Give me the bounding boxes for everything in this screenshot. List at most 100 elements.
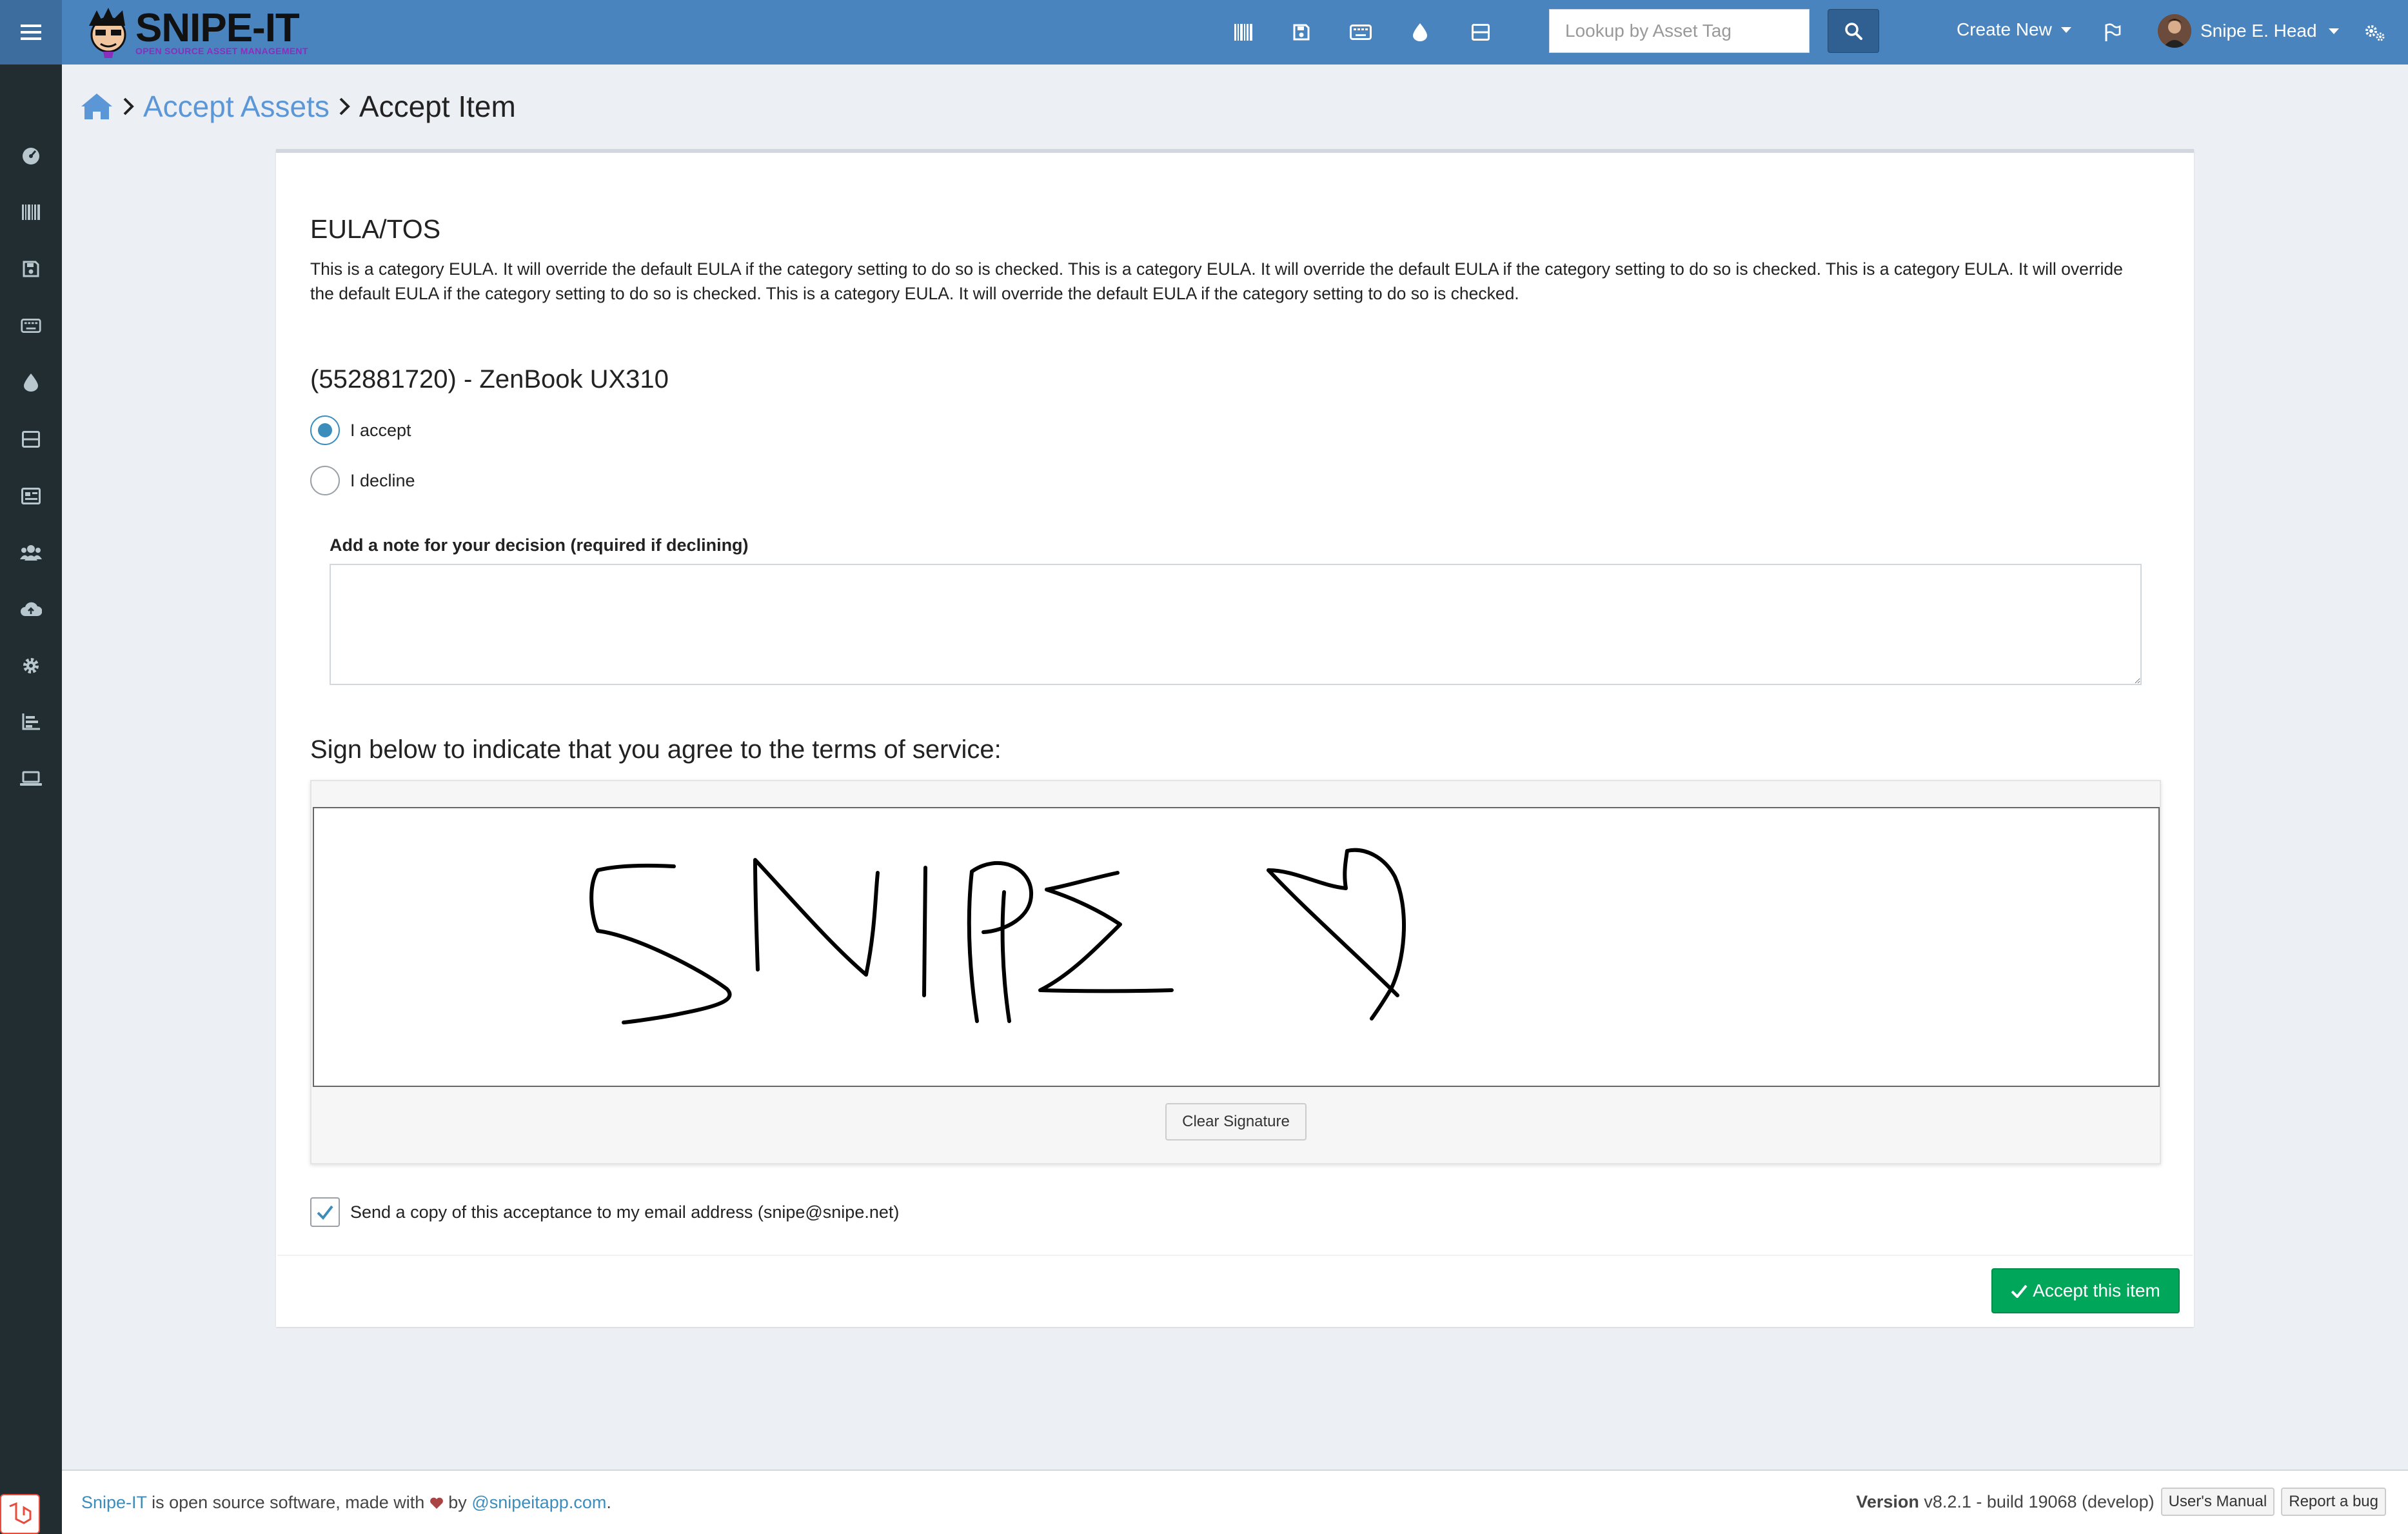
server-icon <box>1472 24 1490 41</box>
caret-down-icon <box>2328 28 2339 34</box>
create-new-dropdown[interactable]: Create New <box>1957 19 2071 40</box>
sidebar-item-requestable[interactable] <box>18 766 44 792</box>
footer-text: . <box>606 1493 611 1512</box>
sidebar-item-reports[interactable] <box>18 709 44 735</box>
logo-tagline: OPEN SOURCE ASSET MANAGEMENT <box>135 46 308 56</box>
tint-icon <box>24 374 38 392</box>
accept-radio-label: I accept <box>350 420 411 440</box>
search-button[interactable] <box>1828 9 1879 53</box>
checkmark-icon <box>317 1205 333 1220</box>
chevron-right-icon <box>123 97 134 115</box>
logo-mascot-icon <box>89 8 126 58</box>
page-title: Accept Item <box>359 90 516 123</box>
asset-tag-search-input[interactable] <box>1549 9 1810 53</box>
search-icon <box>1845 23 1862 40</box>
nav-assets-button[interactable] <box>1229 18 1258 46</box>
user-name: Snipe E. Head <box>2200 21 2317 41</box>
tint-icon <box>1413 23 1427 41</box>
laravel-icon <box>9 1502 32 1524</box>
logo-text: SNIPE-IT <box>135 6 300 50</box>
email-copy-option[interactable]: Send a copy of this acceptance to my ema… <box>310 1197 899 1227</box>
nav-consumables-button[interactable] <box>1406 18 1434 46</box>
decline-radio[interactable] <box>310 466 340 495</box>
debugbar-toggle[interactable] <box>0 1494 40 1534</box>
eula-text: This is a category EULA. It will overrid… <box>310 259 2123 303</box>
version-text: Version v8.2.1 - build 19068 (develop) <box>1856 1492 2154 1512</box>
keyboard-icon <box>1350 25 1372 40</box>
sidebar-item-consumables[interactable] <box>18 370 44 395</box>
gears-icon <box>2365 25 2385 41</box>
item-title: (552881720) - ZenBook UX310 <box>310 365 669 393</box>
keyboard-icon <box>21 319 41 333</box>
nav-licenses-button[interactable] <box>1287 18 1316 46</box>
cloud-upload-icon <box>21 602 42 616</box>
flag-icon <box>2105 23 2121 41</box>
email-copy-label: Send a copy of this acceptance to my ema… <box>350 1202 900 1222</box>
sidebar-item-settings[interactable] <box>18 653 44 679</box>
note-textarea[interactable] <box>330 564 2142 685</box>
sidebar-item-licenses[interactable] <box>18 256 44 282</box>
server-icon <box>22 431 40 448</box>
version-value: v8.2.1 - build 19068 (develop) <box>1919 1491 2155 1511</box>
user-menu-dropdown[interactable]: Snipe E. Head <box>2158 14 2339 48</box>
hamburger-icon <box>21 25 41 40</box>
breadcrumb-accept-assets-link[interactable]: Accept Assets <box>143 89 330 124</box>
breadcrumb-home-link[interactable] <box>80 92 113 121</box>
footer-text: is open source software, made with <box>146 1493 429 1512</box>
signature-label: Sign below to indicate that you agree to… <box>310 735 1002 764</box>
barcode-icon <box>1234 24 1252 41</box>
sidebar-item-people[interactable] <box>18 539 44 565</box>
panel-footer-divider <box>277 1255 2193 1256</box>
accept-item-button[interactable]: Accept this item <box>1991 1268 2180 1313</box>
footer-version-area: Version v8.2.1 - build 19068 (develop) U… <box>1856 1488 2386 1516</box>
page-footer: Snipe-IT is open source software, made w… <box>62 1469 2408 1534</box>
laptop-icon <box>20 771 42 786</box>
note-label: Add a note for your decision (required i… <box>330 535 749 555</box>
check-icon <box>2011 1284 2028 1298</box>
version-label: Version <box>1856 1491 1919 1511</box>
save-icon <box>1293 24 1310 41</box>
alerts-button[interactable] <box>2098 18 2127 46</box>
accept-item-label: Accept this item <box>2033 1280 2160 1300</box>
footer-author-link[interactable]: @snipeitapp.com <box>471 1493 606 1512</box>
caret-down-icon <box>2060 26 2071 33</box>
footer-text: by <box>443 1493 472 1512</box>
decline-radio-option[interactable]: I decline <box>310 466 415 495</box>
footer-credits: Snipe-IT is open source software, made w… <box>81 1493 611 1513</box>
home-icon <box>81 94 112 119</box>
accept-radio[interactable] <box>310 415 340 445</box>
sidebar-item-assets[interactable] <box>18 199 44 225</box>
email-copy-checkbox[interactable] <box>310 1197 340 1227</box>
signature-drawing <box>589 848 1406 1024</box>
breadcrumb: Accept Assets Accept Item <box>80 87 516 126</box>
sidebar-item-import[interactable] <box>18 596 44 622</box>
clear-signature-button[interactable]: Clear Signature <box>1165 1103 1307 1141</box>
sidebar <box>0 65 62 1534</box>
sidebar-item-predefined-kits[interactable] <box>18 483 44 509</box>
users-manual-button[interactable]: User's Manual <box>2160 1488 2275 1516</box>
users-icon <box>20 545 42 561</box>
settings-icon <box>23 658 39 673</box>
eula-title: EULA/TOS <box>310 214 441 244</box>
footer-snipeit-link[interactable]: Snipe-IT <box>81 1493 147 1512</box>
create-new-label: Create New <box>1957 19 2052 39</box>
sidebar-item-accessories[interactable] <box>18 313 44 339</box>
top-navbar: SNIPE-IT OPEN SOURCE ASSET MANAGEMENT Cr… <box>0 0 2408 65</box>
barcode-icon <box>22 204 40 220</box>
app-logo[interactable]: SNIPE-IT OPEN SOURCE ASSET MANAGEMENT <box>84 4 308 61</box>
reports-icon <box>22 713 40 730</box>
sidebar-toggle-button[interactable] <box>0 0 62 65</box>
sidebar-item-components[interactable] <box>18 426 44 452</box>
dashboard-icon <box>23 148 39 164</box>
accept-radio-option[interactable]: I accept <box>310 415 411 445</box>
signature-canvas[interactable] <box>313 807 2160 1087</box>
nav-components-button[interactable] <box>1466 18 1495 46</box>
licenses-icon <box>21 488 41 504</box>
nav-accessories-button[interactable] <box>1347 18 1375 46</box>
admin-settings-button[interactable] <box>2360 18 2389 46</box>
decline-radio-label: I decline <box>350 470 415 490</box>
report-bug-button[interactable]: Report a bug <box>2281 1488 2386 1516</box>
sidebar-item-dashboard[interactable] <box>18 143 44 169</box>
heart-icon <box>429 1497 443 1509</box>
chevron-right-icon <box>339 97 350 115</box>
